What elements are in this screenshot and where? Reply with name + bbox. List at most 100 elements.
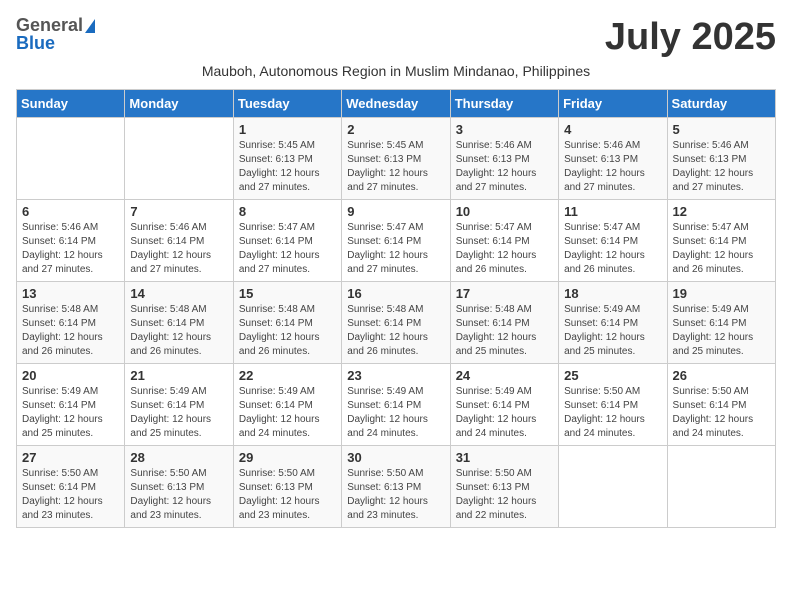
calendar-cell: 2 Sunrise: 5:45 AMSunset: 6:13 PMDayligh… — [342, 118, 450, 200]
col-wednesday: Wednesday — [342, 90, 450, 118]
day-info: Sunrise: 5:49 AMSunset: 6:14 PMDaylight:… — [239, 385, 336, 441]
calendar-week-2: 6 Sunrise: 5:46 AMSunset: 6:14 PMDayligh… — [17, 200, 776, 282]
calendar-cell: 19 Sunrise: 5:49 AMSunset: 6:14 PMDaylig… — [667, 282, 775, 364]
day-info: Sunrise: 5:45 AMSunset: 6:13 PMDaylight:… — [347, 139, 444, 195]
calendar-cell: 11 Sunrise: 5:47 AMSunset: 6:14 PMDaylig… — [559, 200, 667, 282]
day-info: Sunrise: 5:49 AMSunset: 6:14 PMDaylight:… — [564, 303, 661, 359]
day-info: Sunrise: 5:48 AMSunset: 6:14 PMDaylight:… — [456, 303, 553, 359]
day-info: Sunrise: 5:50 AMSunset: 6:13 PMDaylight:… — [347, 467, 444, 523]
day-number: 28 — [130, 450, 227, 465]
day-info: Sunrise: 5:47 AMSunset: 6:14 PMDaylight:… — [564, 221, 661, 277]
col-saturday: Saturday — [667, 90, 775, 118]
day-number: 22 — [239, 368, 336, 383]
day-number: 17 — [456, 286, 553, 301]
day-number: 4 — [564, 122, 661, 137]
day-number: 27 — [22, 450, 119, 465]
calendar-cell: 9 Sunrise: 5:47 AMSunset: 6:14 PMDayligh… — [342, 200, 450, 282]
calendar-cell: 21 Sunrise: 5:49 AMSunset: 6:14 PMDaylig… — [125, 364, 233, 446]
calendar-cell: 18 Sunrise: 5:49 AMSunset: 6:14 PMDaylig… — [559, 282, 667, 364]
day-info: Sunrise: 5:46 AMSunset: 6:13 PMDaylight:… — [456, 139, 553, 195]
calendar-table: Sunday Monday Tuesday Wednesday Thursday… — [16, 89, 776, 528]
calendar-cell: 13 Sunrise: 5:48 AMSunset: 6:14 PMDaylig… — [17, 282, 125, 364]
calendar-cell: 25 Sunrise: 5:50 AMSunset: 6:14 PMDaylig… — [559, 364, 667, 446]
calendar-cell: 6 Sunrise: 5:46 AMSunset: 6:14 PMDayligh… — [17, 200, 125, 282]
col-friday: Friday — [559, 90, 667, 118]
calendar-cell: 20 Sunrise: 5:49 AMSunset: 6:14 PMDaylig… — [17, 364, 125, 446]
day-info: Sunrise: 5:46 AMSunset: 6:13 PMDaylight:… — [564, 139, 661, 195]
calendar-cell — [667, 446, 775, 528]
day-info: Sunrise: 5:46 AMSunset: 6:14 PMDaylight:… — [22, 221, 119, 277]
day-number: 7 — [130, 204, 227, 219]
page-container: General Blue July 2025 Mauboh, Autonomou… — [16, 16, 776, 528]
day-info: Sunrise: 5:50 AMSunset: 6:14 PMDaylight:… — [22, 467, 119, 523]
day-number: 25 — [564, 368, 661, 383]
day-number: 21 — [130, 368, 227, 383]
day-info: Sunrise: 5:46 AMSunset: 6:13 PMDaylight:… — [673, 139, 770, 195]
calendar-cell: 26 Sunrise: 5:50 AMSunset: 6:14 PMDaylig… — [667, 364, 775, 446]
day-info: Sunrise: 5:49 AMSunset: 6:14 PMDaylight:… — [456, 385, 553, 441]
calendar-week-1: 1 Sunrise: 5:45 AMSunset: 6:13 PMDayligh… — [17, 118, 776, 200]
day-info: Sunrise: 5:50 AMSunset: 6:13 PMDaylight:… — [239, 467, 336, 523]
calendar-cell — [125, 118, 233, 200]
subtitle: Mauboh, Autonomous Region in Muslim Mind… — [16, 63, 776, 79]
day-number: 16 — [347, 286, 444, 301]
calendar-cell: 12 Sunrise: 5:47 AMSunset: 6:14 PMDaylig… — [667, 200, 775, 282]
day-number: 2 — [347, 122, 444, 137]
col-sunday: Sunday — [17, 90, 125, 118]
calendar-header: Sunday Monday Tuesday Wednesday Thursday… — [17, 90, 776, 118]
day-info: Sunrise: 5:50 AMSunset: 6:13 PMDaylight:… — [456, 467, 553, 523]
calendar-cell: 23 Sunrise: 5:49 AMSunset: 6:14 PMDaylig… — [342, 364, 450, 446]
calendar-cell: 31 Sunrise: 5:50 AMSunset: 6:13 PMDaylig… — [450, 446, 558, 528]
calendar-body: 1 Sunrise: 5:45 AMSunset: 6:13 PMDayligh… — [17, 118, 776, 528]
calendar-cell — [559, 446, 667, 528]
day-info: Sunrise: 5:47 AMSunset: 6:14 PMDaylight:… — [347, 221, 444, 277]
calendar-week-4: 20 Sunrise: 5:49 AMSunset: 6:14 PMDaylig… — [17, 364, 776, 446]
day-info: Sunrise: 5:49 AMSunset: 6:14 PMDaylight:… — [347, 385, 444, 441]
logo-blue: Blue — [16, 34, 95, 54]
logo: General Blue — [16, 16, 95, 54]
day-info: Sunrise: 5:45 AMSunset: 6:13 PMDaylight:… — [239, 139, 336, 195]
day-number: 29 — [239, 450, 336, 465]
calendar-cell: 10 Sunrise: 5:47 AMSunset: 6:14 PMDaylig… — [450, 200, 558, 282]
calendar-cell: 7 Sunrise: 5:46 AMSunset: 6:14 PMDayligh… — [125, 200, 233, 282]
calendar-cell — [17, 118, 125, 200]
day-number: 1 — [239, 122, 336, 137]
day-number: 26 — [673, 368, 770, 383]
day-number: 18 — [564, 286, 661, 301]
calendar-cell: 17 Sunrise: 5:48 AMSunset: 6:14 PMDaylig… — [450, 282, 558, 364]
day-number: 10 — [456, 204, 553, 219]
day-info: Sunrise: 5:49 AMSunset: 6:14 PMDaylight:… — [130, 385, 227, 441]
day-number: 11 — [564, 204, 661, 219]
day-number: 30 — [347, 450, 444, 465]
day-info: Sunrise: 5:49 AMSunset: 6:14 PMDaylight:… — [673, 303, 770, 359]
calendar-cell: 4 Sunrise: 5:46 AMSunset: 6:13 PMDayligh… — [559, 118, 667, 200]
calendar-cell: 16 Sunrise: 5:48 AMSunset: 6:14 PMDaylig… — [342, 282, 450, 364]
calendar-cell: 8 Sunrise: 5:47 AMSunset: 6:14 PMDayligh… — [233, 200, 341, 282]
calendar-cell: 1 Sunrise: 5:45 AMSunset: 6:13 PMDayligh… — [233, 118, 341, 200]
col-thursday: Thursday — [450, 90, 558, 118]
calendar-cell: 30 Sunrise: 5:50 AMSunset: 6:13 PMDaylig… — [342, 446, 450, 528]
day-info: Sunrise: 5:48 AMSunset: 6:14 PMDaylight:… — [22, 303, 119, 359]
month-title: July 2025 — [605, 16, 776, 59]
day-info: Sunrise: 5:48 AMSunset: 6:14 PMDaylight:… — [239, 303, 336, 359]
day-number: 23 — [347, 368, 444, 383]
day-number: 14 — [130, 286, 227, 301]
day-number: 24 — [456, 368, 553, 383]
day-number: 12 — [673, 204, 770, 219]
logo-triangle-icon — [85, 19, 95, 33]
day-number: 3 — [456, 122, 553, 137]
day-number: 15 — [239, 286, 336, 301]
calendar-cell: 24 Sunrise: 5:49 AMSunset: 6:14 PMDaylig… — [450, 364, 558, 446]
calendar-week-5: 27 Sunrise: 5:50 AMSunset: 6:14 PMDaylig… — [17, 446, 776, 528]
day-info: Sunrise: 5:48 AMSunset: 6:14 PMDaylight:… — [347, 303, 444, 359]
calendar-cell: 14 Sunrise: 5:48 AMSunset: 6:14 PMDaylig… — [125, 282, 233, 364]
col-tuesday: Tuesday — [233, 90, 341, 118]
calendar-cell: 3 Sunrise: 5:46 AMSunset: 6:13 PMDayligh… — [450, 118, 558, 200]
day-number: 6 — [22, 204, 119, 219]
calendar-cell: 22 Sunrise: 5:49 AMSunset: 6:14 PMDaylig… — [233, 364, 341, 446]
day-number: 19 — [673, 286, 770, 301]
day-info: Sunrise: 5:50 AMSunset: 6:14 PMDaylight:… — [673, 385, 770, 441]
col-monday: Monday — [125, 90, 233, 118]
calendar-cell: 29 Sunrise: 5:50 AMSunset: 6:13 PMDaylig… — [233, 446, 341, 528]
day-number: 5 — [673, 122, 770, 137]
